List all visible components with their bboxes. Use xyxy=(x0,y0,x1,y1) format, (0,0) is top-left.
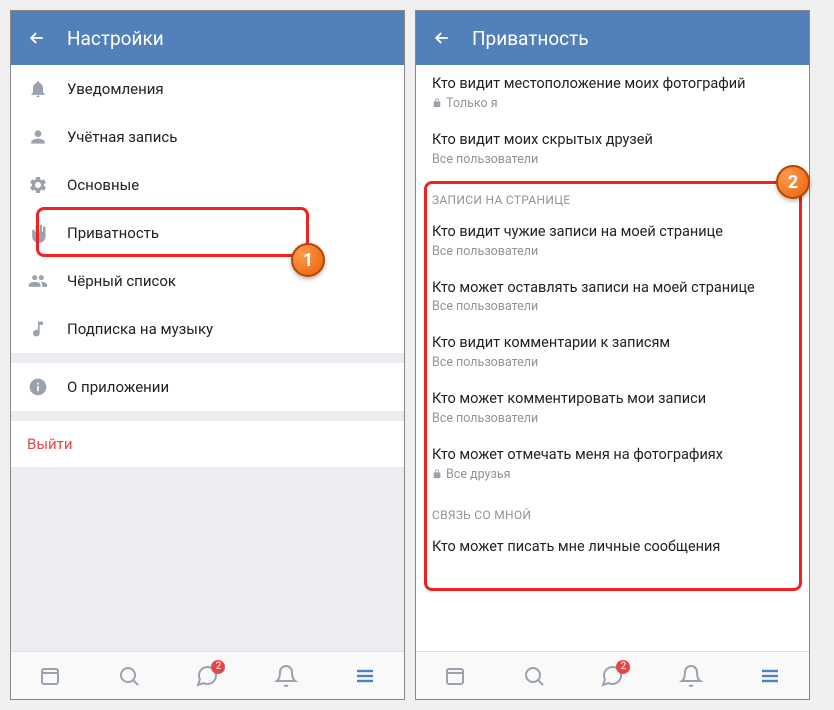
section-header: СВЯЗЬ СО МНОЙ xyxy=(416,492,809,528)
logout-button[interactable]: Выйти xyxy=(11,421,404,467)
privacy-item[interactable]: Кто видит местоположение моих фотографий… xyxy=(416,65,809,121)
privacy-item-title: Кто может писать мне личные сообщения xyxy=(432,538,793,557)
settings-list: Уведомления Учётная запись Основные Прив… xyxy=(11,65,404,353)
about-section: О приложении xyxy=(11,363,404,411)
privacy-item-sub: Все друзья xyxy=(432,467,793,482)
settings-item-about[interactable]: О приложении xyxy=(11,363,404,411)
nav-notifications-icon[interactable] xyxy=(272,662,300,690)
nav-notifications-icon[interactable] xyxy=(677,662,705,690)
privacy-item-title: Кто может комментировать мои записи xyxy=(432,390,793,409)
back-arrow-icon[interactable] xyxy=(27,28,47,48)
hand-icon xyxy=(27,222,49,244)
nav-menu-icon[interactable] xyxy=(351,662,379,690)
privacy-item[interactable]: Кто видит чужие записи на моей странице … xyxy=(416,213,809,269)
settings-item-label: Подписка на музыку xyxy=(67,320,213,338)
privacy-item[interactable]: Кто видит комментарии к записям Все поль… xyxy=(416,324,809,380)
settings-item-label: Уведомления xyxy=(67,80,164,98)
back-arrow-icon[interactable] xyxy=(432,28,452,48)
settings-item-general[interactable]: Основные xyxy=(11,161,404,209)
settings-screen: Настройки Уведомления Учётная запись Осн… xyxy=(10,10,405,700)
privacy-item[interactable]: Кто видит моих скрытых друзей Все пользо… xyxy=(416,121,809,177)
step-badge: 2 xyxy=(776,165,810,199)
privacy-item-title: Кто видит чужие записи на моей странице xyxy=(432,223,793,242)
music-icon xyxy=(27,318,49,340)
settings-item-notifications[interactable]: Уведомления xyxy=(11,65,404,113)
settings-item-label: О приложении xyxy=(67,378,169,396)
header: Настройки xyxy=(11,11,404,65)
nav-news-icon[interactable] xyxy=(36,662,64,690)
privacy-screen: Приватность Кто видит местоположение мои… xyxy=(415,10,810,700)
lock-icon xyxy=(432,469,442,479)
privacy-content: Кто видит местоположение моих фотографий… xyxy=(416,65,809,651)
section-header: ЗАПИСИ НА СТРАНИЦЕ xyxy=(416,177,809,213)
nav-search-icon[interactable] xyxy=(115,662,143,690)
bottom-nav: 2 xyxy=(11,651,404,699)
divider xyxy=(11,353,404,363)
nav-messages-icon[interactable]: 2 xyxy=(598,662,626,690)
privacy-item[interactable]: Кто может отмечать меня на фотографиях В… xyxy=(416,436,809,492)
privacy-item-title: Кто видит комментарии к записям xyxy=(432,334,793,353)
privacy-item[interactable]: Кто может оставлять записи на моей стран… xyxy=(416,269,809,325)
step-badge: 1 xyxy=(291,243,325,277)
settings-item-label: Учётная запись xyxy=(67,128,177,146)
divider xyxy=(11,411,404,421)
privacy-item-title: Кто может отмечать меня на фотографиях xyxy=(432,446,793,465)
bottom-nav: 2 xyxy=(416,651,809,699)
nav-badge: 2 xyxy=(211,660,225,674)
privacy-item-title: Кто может оставлять записи на моей стран… xyxy=(432,279,793,298)
settings-item-music[interactable]: Подписка на музыку xyxy=(11,305,404,353)
privacy-item-sub: Все пользователи xyxy=(432,355,793,370)
bell-icon xyxy=(27,78,49,100)
privacy-item-title: Кто видит местоположение моих фотографий xyxy=(432,75,793,94)
nav-news-icon[interactable] xyxy=(441,662,469,690)
empty-area xyxy=(11,467,404,651)
nav-badge: 2 xyxy=(616,660,630,674)
info-icon xyxy=(27,376,49,398)
settings-item-label: Основные xyxy=(67,176,139,194)
privacy-item-sub: Все пользователи xyxy=(432,299,793,314)
page-title: Приватность xyxy=(472,27,589,50)
nav-menu-icon[interactable] xyxy=(756,662,784,690)
settings-item-label: Чёрный список xyxy=(67,272,176,290)
privacy-item-sub: Все пользователи xyxy=(432,244,793,259)
privacy-item[interactable]: Кто может комментировать мои записи Все … xyxy=(416,380,809,436)
nav-messages-icon[interactable]: 2 xyxy=(193,662,221,690)
lock-icon xyxy=(432,98,442,108)
privacy-item-sub: Все пользователи xyxy=(432,152,793,167)
header: Приватность xyxy=(416,11,809,65)
settings-content: Уведомления Учётная запись Основные Прив… xyxy=(11,65,404,651)
privacy-item[interactable]: Кто может писать мне личные сообщения xyxy=(416,528,809,567)
settings-item-blacklist[interactable]: Чёрный список xyxy=(11,257,404,305)
person-icon xyxy=(27,126,49,148)
nav-search-icon[interactable] xyxy=(520,662,548,690)
settings-item-account[interactable]: Учётная запись xyxy=(11,113,404,161)
settings-item-privacy[interactable]: Приватность xyxy=(11,209,404,257)
page-title: Настройки xyxy=(67,27,164,50)
privacy-item-sub: Все пользователи xyxy=(432,411,793,426)
privacy-item-sub: Только я xyxy=(432,96,793,111)
settings-item-label: Приватность xyxy=(67,224,159,242)
gear-icon xyxy=(27,174,49,196)
people-icon xyxy=(27,270,49,292)
privacy-item-title: Кто видит моих скрытых друзей xyxy=(432,131,793,150)
